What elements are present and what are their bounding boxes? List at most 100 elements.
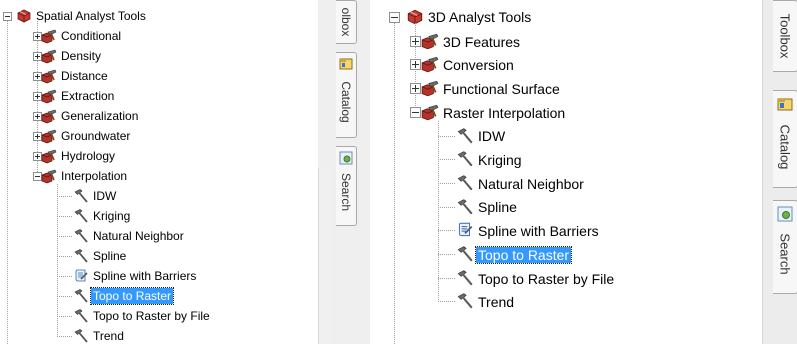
- toolset-item[interactable]: Generalization: [59, 106, 140, 126]
- toolset-item[interactable]: Density: [59, 46, 103, 66]
- toolset-label: Hydrology: [61, 149, 116, 163]
- scrollbar-track[interactable]: [318, 168, 331, 344]
- tool-label: Topo to Raster by File: [93, 309, 210, 323]
- tool-label: Trend: [478, 294, 515, 311]
- toolbox-tab-label: olbox: [339, 7, 353, 37]
- tool-item[interactable]: Spline with Barriers: [476, 219, 601, 243]
- collapse-toggle[interactable]: [410, 106, 421, 118]
- hammer-icon: [74, 309, 88, 323]
- tool-item[interactable]: Natural Neighbor: [91, 226, 186, 246]
- tool-item[interactable]: Natural Neighbor: [476, 172, 586, 196]
- tool-label: Natural Neighbor: [478, 175, 584, 192]
- hammer-icon: [74, 249, 88, 263]
- search-tab-label: Search: [777, 233, 793, 275]
- search-window-icon: [777, 206, 793, 222]
- hammer-icon: [457, 269, 473, 286]
- tool-label-selected: Topo to Raster: [474, 245, 573, 264]
- hammer-icon: [457, 293, 473, 309]
- toolset-label: Distance: [61, 69, 108, 83]
- left-dock-sidebar: olbox Catalog Search: [318, 0, 370, 344]
- tool-item[interactable]: Topo to Raster: [89, 286, 175, 306]
- expand-toggle[interactable]: [410, 35, 421, 47]
- left-tree-panel: Spatial Analyst Tools Conditional Density D…: [0, 0, 318, 344]
- tool-item[interactable]: Spline: [91, 246, 128, 266]
- search-tab[interactable]: Search: [773, 200, 797, 294]
- hammer-icon: [74, 289, 88, 303]
- hammer-icon: [457, 127, 473, 143]
- tool-label: Kriging: [93, 209, 131, 223]
- tool-item[interactable]: Spline: [476, 196, 519, 220]
- tool-item[interactable]: IDW: [476, 125, 507, 149]
- toolset-item[interactable]: Conditional: [59, 26, 123, 46]
- toolset-icon: [41, 69, 57, 84]
- script-icon: [75, 269, 88, 282]
- tool-label: Spline with Barriers: [478, 223, 599, 240]
- hammer-icon: [457, 175, 473, 191]
- search-tab[interactable]: Search: [336, 146, 357, 226]
- right-dock-sidebar: Toolbox Catalog Search: [762, 0, 797, 344]
- toolset-item[interactable]: Groundwater: [59, 126, 132, 146]
- toolset-label: Raster Interpolation: [443, 104, 566, 121]
- toolset-item[interactable]: Raster Interpolation: [441, 101, 567, 125]
- toolset-icon: [41, 109, 57, 124]
- tool-item[interactable]: Topo to Raster by File: [91, 306, 212, 326]
- toolset-label: Functional Surface: [443, 80, 560, 97]
- hammer-icon: [457, 151, 473, 167]
- toolset-item[interactable]: Hydrology: [59, 146, 117, 166]
- tool-label: Natural Neighbor: [93, 229, 184, 243]
- toolbox-tab-label: Toolbox: [777, 13, 793, 59]
- tree-root-label[interactable]: Spatial Analyst Tools: [34, 8, 148, 24]
- tool-item[interactable]: Kriging: [91, 206, 132, 226]
- expand-toggle[interactable]: [410, 59, 421, 71]
- toolbox-tab[interactable]: Toolbox: [773, 0, 797, 72]
- toolset-label: Conditional: [61, 29, 122, 43]
- catalog-tab[interactable]: Catalog: [773, 90, 797, 188]
- toolset-icon: [41, 169, 57, 184]
- tool-label: Trend: [93, 329, 124, 343]
- toolset-item[interactable]: Extraction: [59, 86, 116, 106]
- toolset-item[interactable]: Interpolation: [59, 166, 129, 186]
- toolset-icon: [41, 29, 57, 44]
- hammer-icon: [74, 329, 88, 343]
- collapse-toggle[interactable]: [389, 12, 400, 23]
- catalog-tab-label: Catalog: [777, 124, 793, 170]
- hammer-icon: [74, 209, 88, 223]
- toolset-item[interactable]: Functional Surface: [441, 77, 562, 101]
- hammer-icon: [74, 229, 88, 243]
- tool-item[interactable]: IDW: [91, 186, 118, 206]
- tool-label: IDW: [93, 189, 117, 203]
- tool-item[interactable]: Trend: [476, 290, 516, 314]
- toolbox-tab[interactable]: olbox: [336, 0, 357, 44]
- tool-item[interactable]: Spline with Barriers: [91, 266, 198, 286]
- toolset-label: Generalization: [61, 109, 139, 123]
- toolset-icon: [421, 57, 439, 73]
- tool-label: Spline: [93, 249, 127, 263]
- tool-label: Spline with Barriers: [93, 269, 197, 283]
- expand-toggle[interactable]: [410, 83, 421, 95]
- search-window-icon: [339, 151, 353, 165]
- toolset-item[interactable]: Conversion: [441, 53, 516, 77]
- tool-item[interactable]: Trend: [91, 326, 126, 344]
- right-tree-panel: 3D Analyst Tools 3D Features Conversion Fun…: [370, 0, 762, 344]
- toolset-label: Density: [61, 49, 102, 63]
- tool-label-selected: Topo to Raster: [89, 287, 175, 305]
- catalog-tab-label: Catalog: [339, 81, 353, 123]
- tool-item[interactable]: Kriging: [476, 148, 524, 172]
- catalog-tab[interactable]: Catalog: [336, 52, 357, 138]
- tool-label: Kriging: [478, 152, 522, 169]
- toolbox-icon: [17, 9, 31, 23]
- toolset-item[interactable]: 3D Features: [441, 30, 522, 54]
- catalog-icon: [777, 98, 793, 111]
- toolset-icon: [41, 89, 57, 104]
- script-icon: [458, 223, 473, 237]
- tool-item[interactable]: Topo to Raster by File: [476, 267, 616, 291]
- toolset-icon: [41, 149, 57, 164]
- toolset-label: 3D Features: [443, 33, 521, 50]
- toolset-icon: [421, 104, 439, 121]
- tree-root-label[interactable]: 3D Analyst Tools: [426, 9, 533, 25]
- tool-label: IDW: [478, 128, 506, 145]
- toolset-item[interactable]: Distance: [59, 66, 110, 86]
- hammer-icon: [457, 198, 473, 215]
- hammer-icon: [457, 246, 473, 262]
- tool-item[interactable]: Topo to Raster: [474, 243, 573, 267]
